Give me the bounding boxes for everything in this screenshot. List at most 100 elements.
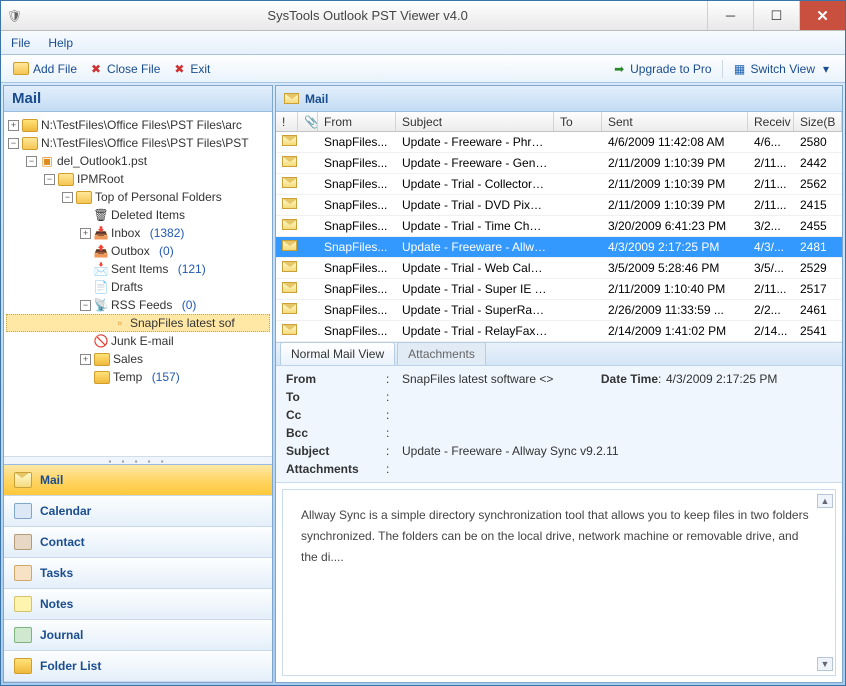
rss-item-icon: ▫ xyxy=(113,316,127,330)
expand-icon[interactable]: + xyxy=(80,228,91,239)
maximize-button[interactable]: ☐ xyxy=(753,1,799,30)
preview-body: Allway Sync is a simple directory synchr… xyxy=(282,489,836,676)
pst-icon: ▣ xyxy=(40,154,54,168)
rss-icon: 📡 xyxy=(94,298,108,312)
tree-item[interactable]: Sales xyxy=(113,352,143,366)
folder-icon xyxy=(94,371,110,384)
mail-row[interactable]: SnapFiles...Update - Trial - Collectorz.… xyxy=(276,174,842,195)
tasks-icon xyxy=(14,565,32,581)
mail-row[interactable]: SnapFiles...Update - Trial - Web Calenda… xyxy=(276,258,842,279)
scroll-up-icon[interactable]: ▲ xyxy=(817,494,833,508)
tree-item[interactable]: Sent Items xyxy=(111,262,168,276)
col-size[interactable]: Size(B xyxy=(794,112,842,131)
nav-journal[interactable]: Journal xyxy=(4,620,272,651)
subject-value: Update - Freeware - Allway Sync v9.2.11 xyxy=(402,444,832,458)
mail-row[interactable]: SnapFiles...Update - Freeware - PhraseEx… xyxy=(276,132,842,153)
tree-item[interactable]: Deleted Items xyxy=(111,208,185,222)
col-flag[interactable]: ! xyxy=(276,112,298,131)
tree-item-selected[interactable]: SnapFiles latest sof xyxy=(130,316,235,330)
tree-item[interactable]: Top of Personal Folders xyxy=(95,190,222,204)
tree-item[interactable]: Junk E-mail xyxy=(111,334,174,348)
nav-folderlist[interactable]: Folder List xyxy=(4,651,272,682)
folder-open-icon xyxy=(76,191,92,204)
menu-help[interactable]: Help xyxy=(48,36,73,50)
nav-mail[interactable]: Mail xyxy=(4,465,272,496)
cc-label: Cc xyxy=(286,408,386,422)
splitter-gripper[interactable]: ▪ ▪ ▪ ▪ ▪ xyxy=(4,456,272,464)
collapse-icon[interactable]: − xyxy=(44,174,55,185)
mail-row[interactable]: SnapFiles...Update - Trial - SuperRam v6… xyxy=(276,300,842,321)
nav-notes[interactable]: Notes xyxy=(4,589,272,620)
tree-item[interactable]: RSS Feeds xyxy=(111,298,172,312)
attachments-value xyxy=(402,462,568,476)
tree-item[interactable]: N:\TestFiles\Office Files\PST Files\PST xyxy=(41,136,249,150)
col-to[interactable]: To xyxy=(554,112,602,131)
content-pane: Mail ! 📎 From Subject To Sent Receiv Siz… xyxy=(275,85,843,683)
nav-calendar[interactable]: Calendar xyxy=(4,496,272,527)
mail-row[interactable]: SnapFiles...Update - Trial - DVD PixPlay… xyxy=(276,195,842,216)
switch-view-button[interactable]: ▦ Switch View ▾ xyxy=(727,60,839,78)
from-label: From xyxy=(286,372,386,386)
preview-header: From:SnapFiles latest software <> Date T… xyxy=(276,366,842,483)
preview-tabs: Normal Mail View Attachments xyxy=(276,342,842,366)
mail-icon xyxy=(282,177,297,188)
tree-item[interactable]: Outbox xyxy=(111,244,150,258)
preview-scrollbar[interactable]: ▲ ▼ xyxy=(817,494,833,671)
mail-row[interactable]: SnapFiles...Update - Freeware - Allway S… xyxy=(276,237,842,258)
inbox-icon: 📥 xyxy=(94,226,108,240)
datetime-label: Date Time xyxy=(568,372,658,386)
menu-file[interactable]: File xyxy=(11,36,30,50)
bcc-value xyxy=(402,426,568,440)
mail-icon xyxy=(282,156,297,167)
tree-item[interactable]: Temp xyxy=(113,370,142,384)
expand-icon[interactable]: + xyxy=(80,354,91,365)
folder-tree[interactable]: + N:\TestFiles\Office Files\PST Files\arc… xyxy=(4,112,272,456)
tree-item[interactable]: IPMRoot xyxy=(77,172,124,186)
tree-item[interactable]: Drafts xyxy=(111,280,143,294)
expand-icon[interactable]: + xyxy=(8,120,19,131)
collapse-icon[interactable]: − xyxy=(26,156,37,167)
upgrade-icon: ➡ xyxy=(612,62,626,76)
mail-list[interactable]: SnapFiles...Update - Freeware - PhraseEx… xyxy=(276,132,842,342)
minimize-button[interactable]: ─ xyxy=(707,1,753,30)
mail-icon xyxy=(282,135,297,146)
folder-icon xyxy=(14,658,32,674)
mail-icon xyxy=(282,303,297,314)
mail-row[interactable]: SnapFiles...Update - Freeware - Gentibus… xyxy=(276,153,842,174)
menu-bar: File Help xyxy=(1,31,845,55)
collapse-icon[interactable]: − xyxy=(62,192,73,203)
close-button[interactable]: ✕ xyxy=(799,1,845,30)
collapse-icon[interactable]: − xyxy=(80,300,91,311)
nav-tasks[interactable]: Tasks xyxy=(4,558,272,589)
folder-icon xyxy=(22,119,38,132)
col-subject[interactable]: Subject xyxy=(396,112,554,131)
mail-row[interactable]: SnapFiles...Update - Trial - RelayFax Ne… xyxy=(276,321,842,342)
folder-open-icon xyxy=(22,137,38,150)
upgrade-button[interactable]: ➡ Upgrade to Pro xyxy=(606,60,717,78)
scroll-down-icon[interactable]: ▼ xyxy=(817,657,833,671)
tab-normal-view[interactable]: Normal Mail View xyxy=(280,342,395,365)
col-from[interactable]: From xyxy=(318,112,396,131)
tree-item[interactable]: N:\TestFiles\Office Files\PST Files\arc xyxy=(41,118,242,132)
exit-button[interactable]: ✖ Exit xyxy=(166,60,216,78)
add-file-icon xyxy=(13,62,29,75)
mail-row[interactable]: SnapFiles...Update - Trial - Super IE To… xyxy=(276,279,842,300)
collapse-icon[interactable]: − xyxy=(8,138,19,149)
close-file-button[interactable]: ✖ Close File xyxy=(83,60,166,78)
journal-icon xyxy=(14,627,32,643)
to-label: To xyxy=(286,390,386,404)
nav-contact[interactable]: Contact xyxy=(4,527,272,558)
col-received[interactable]: Receiv xyxy=(748,112,794,131)
mail-row[interactable]: SnapFiles...Update - Trial - Time Chaos … xyxy=(276,216,842,237)
app-icon: 🛡 xyxy=(7,9,22,23)
col-sent[interactable]: Sent xyxy=(602,112,748,131)
bcc-label: Bcc xyxy=(286,426,386,440)
sent-icon: 📩 xyxy=(94,262,108,276)
add-file-button[interactable]: Add File xyxy=(7,60,83,78)
tab-attachments[interactable]: Attachments xyxy=(397,342,486,365)
col-attach[interactable]: 📎 xyxy=(298,112,318,131)
title-bar: 🛡 SysTools Outlook PST Viewer v4.0 ─ ☐ ✕ xyxy=(1,1,845,31)
mail-icon xyxy=(14,472,32,488)
tree-item[interactable]: del_Outlook1.pst xyxy=(57,154,147,168)
tree-item[interactable]: Inbox xyxy=(111,226,140,240)
